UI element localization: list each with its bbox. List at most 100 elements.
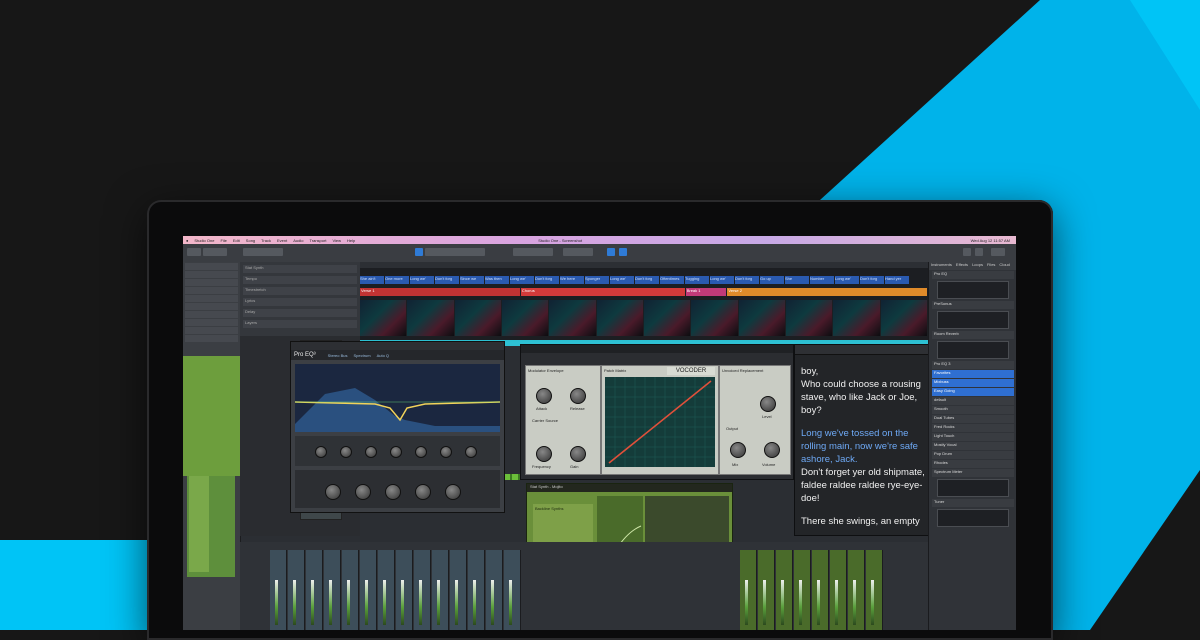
lyric-event[interactable]: Don't forg bbox=[735, 276, 759, 284]
eq-knob[interactable] bbox=[440, 446, 452, 458]
mixer-channel[interactable] bbox=[288, 550, 305, 630]
inspector-row[interactable] bbox=[185, 335, 238, 342]
menu-item-file[interactable]: File bbox=[220, 238, 226, 243]
browser-item[interactable]: Mostly Vocal bbox=[932, 442, 1014, 450]
eq-tab[interactable]: Auto Q bbox=[377, 353, 389, 358]
browser-item[interactable]: default bbox=[932, 397, 1014, 405]
inspector-row[interactable] bbox=[185, 327, 238, 334]
lyric-event[interactable]: Don't forg bbox=[435, 276, 459, 284]
browser-item-selected[interactable]: Mixbuss bbox=[932, 379, 1014, 387]
lyric-event[interactable]: Long we' bbox=[510, 276, 534, 284]
browser-tab[interactable]: Files bbox=[987, 262, 995, 270]
lyric-event[interactable]: Long we' bbox=[410, 276, 434, 284]
browser-item[interactable]: Smooth bbox=[932, 406, 1014, 414]
tool-group[interactable] bbox=[425, 248, 485, 256]
eq-knob[interactable] bbox=[355, 484, 371, 500]
browser-item-selected[interactable]: Easy Going bbox=[932, 388, 1014, 396]
lyric-event[interactable]: She bbox=[785, 276, 809, 284]
browser-item[interactable]: Pro EQ 3 bbox=[932, 361, 1014, 369]
lyric-event[interactable]: Don't forg bbox=[860, 276, 884, 284]
eq-knob[interactable] bbox=[465, 446, 477, 458]
mixer-channel[interactable] bbox=[324, 550, 341, 630]
inspector-field[interactable]: Layers bbox=[243, 320, 357, 328]
lyric-event[interactable]: We here bbox=[560, 276, 584, 284]
lyric-event[interactable]: Long we' bbox=[710, 276, 734, 284]
mixer-channel[interactable] bbox=[270, 550, 287, 630]
level-knob[interactable] bbox=[760, 396, 776, 412]
window-mode-button[interactable] bbox=[991, 248, 1005, 256]
plugin-title-bar[interactable] bbox=[521, 345, 793, 353]
browser-item[interactable]: Light Touch bbox=[932, 433, 1014, 441]
timebase-field[interactable] bbox=[563, 248, 593, 256]
mixer-channel[interactable] bbox=[776, 550, 793, 630]
lyric-event[interactable]: She ain't bbox=[360, 276, 384, 284]
preset-name[interactable]: Backline Synths bbox=[533, 504, 593, 513]
browser-item[interactable]: Pop Drum bbox=[932, 451, 1014, 459]
browser-tab[interactable]: Instruments bbox=[931, 262, 952, 270]
gain-knob[interactable] bbox=[570, 446, 586, 462]
lyric-event[interactable]: Go up bbox=[760, 276, 784, 284]
eq-spectrum-graph[interactable] bbox=[295, 364, 500, 432]
menu-item-app[interactable]: Studio One bbox=[194, 238, 214, 243]
eq-knob[interactable] bbox=[325, 484, 341, 500]
menu-item-track[interactable]: Track bbox=[261, 238, 271, 243]
snap-icon[interactable] bbox=[607, 248, 615, 256]
menu-item-transport[interactable]: Transport bbox=[309, 238, 326, 243]
browser-item[interactable]: Rhodes bbox=[932, 460, 1014, 468]
menu-item-edit[interactable]: Edit bbox=[233, 238, 240, 243]
mixer-channel[interactable] bbox=[504, 550, 521, 630]
mix-knob[interactable] bbox=[730, 442, 746, 458]
lyric-event[interactable]: Oftentimes bbox=[660, 276, 684, 284]
arranger-section[interactable]: Verse 2 bbox=[727, 288, 927, 296]
lyric-event[interactable]: Long we' bbox=[835, 276, 859, 284]
release-knob[interactable] bbox=[570, 388, 586, 404]
inspector-field[interactable]: Delay bbox=[243, 309, 357, 317]
eq-knob[interactable] bbox=[385, 484, 401, 500]
arranger-section[interactable]: Verse 1 bbox=[360, 288, 520, 296]
apple-icon[interactable]: ● bbox=[186, 238, 188, 243]
menu-item-view[interactable]: View bbox=[332, 238, 341, 243]
eq-knob[interactable] bbox=[415, 484, 431, 500]
browser-item[interactable]: PreSonus bbox=[932, 301, 1014, 309]
lyric-event[interactable]: Tugging bbox=[685, 276, 709, 284]
frequency-knob[interactable] bbox=[536, 446, 552, 462]
eq-tab[interactable]: Stereo Bus bbox=[328, 353, 348, 358]
browser-item[interactable]: Spectrum Meter bbox=[932, 469, 1014, 477]
lyric-event[interactable]: Number bbox=[810, 276, 834, 284]
mixer-channel[interactable] bbox=[342, 550, 359, 630]
mixer-channel[interactable] bbox=[450, 550, 467, 630]
inspector-row[interactable] bbox=[185, 279, 238, 286]
mixer-channel[interactable] bbox=[396, 550, 413, 630]
mixer-channel[interactable] bbox=[740, 550, 757, 630]
menu-item-song[interactable]: Song bbox=[246, 238, 255, 243]
pro-eq-window[interactable]: Pro EQ³ Stereo Bus Spectrum Auto Q bbox=[290, 341, 505, 513]
inspector-field[interactable]: Stat Synth bbox=[243, 265, 357, 273]
inspector-field[interactable]: Tempo bbox=[243, 276, 357, 284]
attack-knob[interactable] bbox=[536, 388, 552, 404]
inspector-field[interactable]: Lyrics bbox=[243, 298, 357, 306]
menu-item-event[interactable]: Event bbox=[277, 238, 287, 243]
arranger-section[interactable]: Break 1 bbox=[685, 288, 727, 296]
mixer-channel[interactable] bbox=[378, 550, 395, 630]
eq-knob[interactable] bbox=[445, 484, 461, 500]
lyric-event[interactable]: Sponger bbox=[585, 276, 609, 284]
arranger-section[interactable]: Chorus bbox=[520, 288, 685, 296]
inspector-row[interactable] bbox=[185, 263, 238, 270]
vocoder-window[interactable]: Modulator Envelope Attack Release Carrie… bbox=[520, 344, 794, 480]
eq-knob[interactable] bbox=[390, 446, 402, 458]
lyric-event[interactable]: One more bbox=[385, 276, 409, 284]
grid-icon[interactable] bbox=[619, 248, 627, 256]
browser-item[interactable]: Tuner bbox=[932, 499, 1014, 507]
plugin-title-bar[interactable] bbox=[291, 342, 504, 350]
inspector-row[interactable] bbox=[185, 271, 238, 278]
eq-knob[interactable] bbox=[415, 446, 427, 458]
search-field[interactable] bbox=[243, 248, 283, 256]
browser-item[interactable]: Fred Rocks bbox=[932, 424, 1014, 432]
lyric-event[interactable]: Hand yer bbox=[885, 276, 909, 284]
toolbar-button[interactable] bbox=[187, 248, 201, 256]
mixer-channel[interactable] bbox=[794, 550, 811, 630]
help-icon[interactable] bbox=[975, 248, 983, 256]
timeline-ruler[interactable] bbox=[360, 262, 928, 268]
lyrics-panel-header[interactable] bbox=[795, 345, 935, 355]
eq-tab[interactable]: Spectrum bbox=[353, 353, 370, 358]
